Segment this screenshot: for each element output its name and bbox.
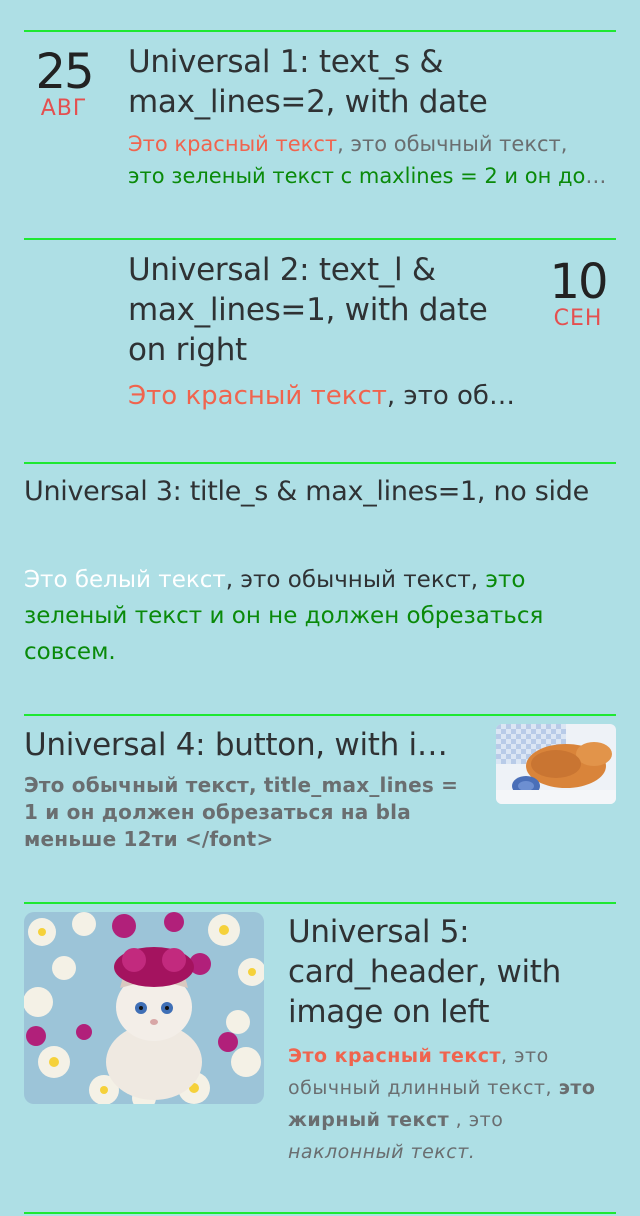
card-text: Это обычный текст, title_max_lines = 1 и… [24, 773, 459, 851]
date-block: 25 АВГ [30, 48, 98, 121]
red-text: Это красный текст [288, 1045, 502, 1067]
divider [24, 714, 616, 716]
card-title: Universal 1: text_s & max_lines=2, with … [128, 44, 488, 120]
red-text: Это красный текст [128, 381, 387, 411]
card-title: Universal 3: title_s & max_lines=1, no s… [24, 476, 589, 507]
green-text: это зеленый текст с maxlines = 2 и он до… [128, 164, 616, 188]
card-title: Universal 2: text_l & max_lines=1, with … [128, 252, 488, 368]
italic-text: наклонный текст. [288, 1141, 476, 1163]
divider [24, 1212, 616, 1214]
white-text: Это белый текст [24, 567, 226, 593]
date-block: 10 СЕН [540, 258, 616, 331]
divider [24, 462, 616, 464]
card-text: Это красный текст, это обычный текст, эт… [128, 128, 616, 192]
normal-text: , это обычный текст, [225, 567, 486, 593]
date-day: 10 [549, 254, 608, 310]
card-text: Это белый текст, это обычный текст, это … [24, 562, 614, 670]
card-title: Universal 4: button, with image on right [24, 727, 472, 763]
divider [24, 902, 616, 904]
card-text: Это красный текст, это обычный длинный т… [288, 1040, 608, 1168]
card-title: Universal 5: card_header, with image on … [288, 914, 562, 1030]
date-day: 25 [35, 44, 94, 100]
sleeping-kitten-image [496, 724, 616, 804]
divider [24, 30, 616, 32]
normal-text: , это обычный текст, [337, 132, 568, 156]
kitten-flowers-image [24, 912, 264, 1104]
red-text: Это красный текст [128, 132, 338, 156]
normal-text: , это [449, 1109, 504, 1131]
card-text: Это красный текст, это обычный текст [128, 378, 518, 414]
normal-text: , это обычный текст [386, 381, 518, 411]
divider [24, 238, 616, 240]
